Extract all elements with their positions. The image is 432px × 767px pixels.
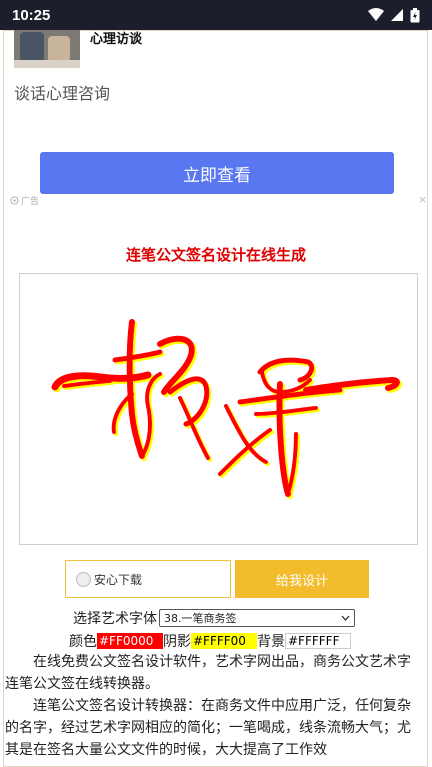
signature-image [51,319,400,497]
signal-icon [391,9,403,21]
font-select[interactable]: 38.一笔商务签 [159,609,355,627]
chevron-down-icon [341,615,350,621]
status-time: 10:25 [12,6,51,24]
ad-label: 广告 [10,194,39,207]
background-label: 背景 [257,634,285,650]
ad-subtitle[interactable]: 谈话心理咨询 [14,80,110,104]
shadow-label: 阴影 [163,634,191,650]
battery-icon [410,7,420,22]
wifi-icon [368,8,384,21]
color-input[interactable]: #FF0000 [97,633,163,649]
shadow-input[interactable]: #FFFF00 [191,633,257,649]
ad-label-text: 广告 [21,197,40,207]
font-select-row: 选择艺术字体 38.一笔商务签 [73,608,355,628]
background-input[interactable]: #FFFFFF [285,633,351,649]
download-radio-icon [76,571,91,587]
ad-view-button[interactable]: 立即查看 [40,152,394,194]
signature-preview [19,273,418,545]
description-paragraph-2: 连笔公文签名设计转换器：在商务文件中应用广泛，任何复杂的名字，经过艺术字网相应的… [5,698,411,758]
ad-close-icon[interactable]: × [418,193,427,206]
font-select-label: 选择艺术字体 [73,611,157,627]
status-bar: 10:25 [0,0,432,30]
ad-image[interactable] [14,30,80,68]
font-selected-value: 38.一笔商务签 [164,612,237,625]
color-row: 颜色 #FF0000 阴影 #FFFF00 背景 #FFFFFF [69,631,351,651]
ad-info-icon [10,196,19,205]
color-label: 颜色 [69,634,97,650]
ad-title[interactable]: 心理访谈 [90,28,142,47]
download-label: 安心下载 [94,572,143,587]
description-paragraph-1: 在线免费公文签名设计软件，艺术字网出品，商务公文艺术字连笔公文签在线转换器。 [5,654,411,692]
page-title: 连笔公文签名设计在线生成 [125,246,306,264]
safe-download-button[interactable]: 安心下载 [65,560,231,598]
status-icons [368,7,420,23]
design-button[interactable]: 给我设计 [235,560,369,598]
